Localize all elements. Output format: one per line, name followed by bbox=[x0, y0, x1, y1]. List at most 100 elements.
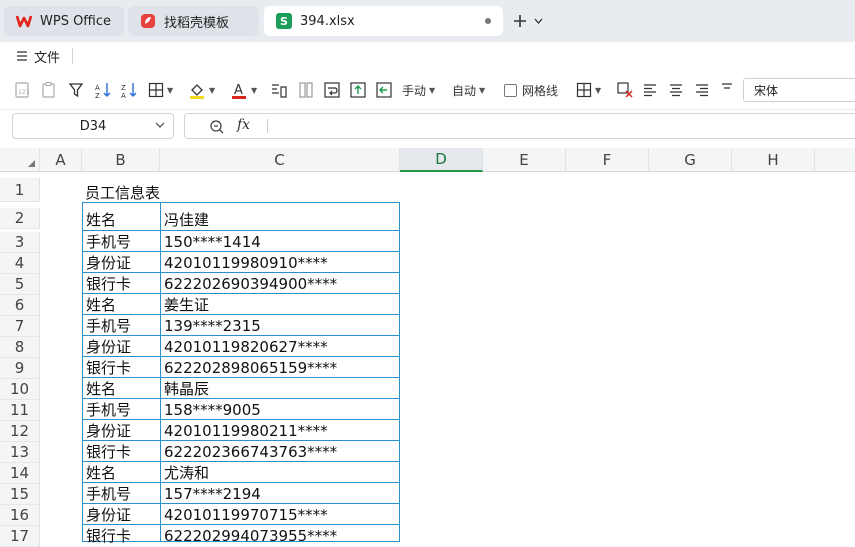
label-cell[interactable]: 银行卡 bbox=[83, 273, 159, 294]
select-all-corner[interactable] bbox=[0, 148, 40, 172]
value-cell[interactable]: 139****2315 bbox=[161, 315, 399, 336]
number-format-button[interactable]: 123 bbox=[14, 80, 32, 100]
column-header-d[interactable]: D bbox=[400, 148, 483, 172]
gridlines-toggle[interactable]: 网格线 bbox=[504, 80, 558, 100]
value-cell[interactable]: 42010119980211**** bbox=[161, 420, 399, 441]
borders-button[interactable]: ▼ bbox=[148, 80, 173, 100]
label-cell[interactable]: 姓名 bbox=[83, 378, 159, 399]
align-right-button[interactable] bbox=[694, 80, 710, 100]
align-left-button[interactable] bbox=[642, 80, 658, 100]
label-cell[interactable]: 身份证 bbox=[83, 504, 159, 525]
column-header-c[interactable]: C bbox=[160, 148, 400, 172]
label-cell[interactable]: 身份证 bbox=[83, 252, 159, 273]
label-cell[interactable]: 银行卡 bbox=[83, 357, 159, 378]
row-header[interactable]: 17 bbox=[0, 526, 40, 547]
insert-function-icon[interactable]: fx bbox=[237, 117, 250, 133]
svg-text:Z: Z bbox=[121, 84, 126, 92]
row-header[interactable]: 7 bbox=[0, 316, 40, 337]
column-header-g[interactable]: G bbox=[649, 148, 732, 172]
docer-logo-icon bbox=[140, 13, 156, 29]
column-header-a[interactable]: A bbox=[40, 148, 82, 172]
tab-394-xlsx[interactable]: S 394.xlsx bbox=[264, 6, 503, 36]
row-header[interactable]: 15 bbox=[0, 484, 40, 505]
label-cell[interactable]: 银行卡 bbox=[83, 525, 159, 546]
file-menu[interactable]: 文件 bbox=[16, 47, 60, 66]
value-cell[interactable]: 622202898065159**** bbox=[161, 357, 399, 378]
tab-wps-office[interactable]: WPS Office bbox=[4, 6, 124, 36]
paste-format-button[interactable] bbox=[40, 80, 58, 100]
sheet-title-cell[interactable]: 员工信息表 bbox=[82, 182, 282, 203]
row-header[interactable]: 16 bbox=[0, 505, 40, 526]
row-header[interactable]: 10 bbox=[0, 379, 40, 400]
sort-descending-button[interactable]: ZA bbox=[120, 80, 138, 100]
label-cell[interactable]: 手机号 bbox=[83, 483, 159, 504]
row-header[interactable]: 6 bbox=[0, 295, 40, 316]
name-box[interactable]: D34 bbox=[12, 113, 174, 139]
label-cell[interactable]: 手机号 bbox=[83, 399, 159, 420]
row-header[interactable]: 13 bbox=[0, 442, 40, 463]
format-cells-button[interactable] bbox=[270, 80, 288, 100]
value-cell[interactable]: 42010119820627**** bbox=[161, 336, 399, 357]
wrap-text-button[interactable] bbox=[323, 80, 341, 100]
value-cell[interactable]: 622202366743763**** bbox=[161, 441, 399, 462]
value-cell[interactable]: 42010119970715**** bbox=[161, 504, 399, 525]
fill-color-button[interactable]: ▼ bbox=[188, 80, 215, 100]
zoom-icon[interactable] bbox=[209, 119, 225, 135]
label-cell[interactable]: 身份证 bbox=[83, 420, 159, 441]
row-header[interactable]: 12 bbox=[0, 421, 40, 442]
align-top-button[interactable] bbox=[719, 80, 735, 100]
row-header[interactable]: 5 bbox=[0, 274, 40, 295]
row-header[interactable]: 2 bbox=[0, 208, 40, 229]
gridlines-label: 网格线 bbox=[522, 83, 559, 98]
clear-format-icon bbox=[617, 82, 633, 98]
row-header[interactable]: 9 bbox=[0, 358, 40, 379]
clear-format-button[interactable] bbox=[616, 80, 634, 100]
row-header[interactable]: 8 bbox=[0, 337, 40, 358]
new-tab-button[interactable] bbox=[512, 9, 550, 33]
row-height-dropdown[interactable]: 手动 ▼ bbox=[402, 80, 435, 100]
label-cell[interactable]: 手机号 bbox=[83, 231, 159, 252]
label-cell[interactable]: 姓名 bbox=[83, 462, 159, 483]
unsaved-dot-icon[interactable] bbox=[485, 18, 491, 24]
value-cell[interactable]: 622202690394900**** bbox=[161, 273, 399, 294]
value-cell[interactable]: 韩晶辰 bbox=[161, 378, 399, 399]
column-header-next[interactable] bbox=[815, 148, 855, 172]
font-color-button[interactable]: A ▼ bbox=[230, 80, 257, 100]
wrap-text-icon bbox=[324, 82, 340, 98]
value-cell[interactable]: 冯佳建 bbox=[161, 209, 399, 230]
value-cell[interactable]: 42010119980910**** bbox=[161, 252, 399, 273]
value-cell[interactable]: 姜生证 bbox=[161, 294, 399, 315]
align-center-button[interactable] bbox=[668, 80, 684, 100]
row-header[interactable]: 11 bbox=[0, 400, 40, 421]
row-header[interactable]: 4 bbox=[0, 253, 40, 274]
column-header-b[interactable]: B bbox=[82, 148, 160, 172]
align-left-icon bbox=[644, 84, 656, 97]
value-cell[interactable]: 尤涛和 bbox=[161, 462, 399, 483]
label-cell[interactable]: 姓名 bbox=[83, 294, 159, 315]
label-cell[interactable]: 姓名 bbox=[83, 209, 159, 230]
row-header[interactable]: 3 bbox=[0, 232, 40, 253]
column-header-e[interactable]: E bbox=[483, 148, 566, 172]
col-width-dropdown[interactable]: 自动 ▼ bbox=[452, 80, 485, 100]
value-cell[interactable]: 622202994073955**** bbox=[161, 525, 399, 546]
merge-button[interactable] bbox=[349, 80, 367, 100]
gridlines-checkbox[interactable] bbox=[504, 83, 517, 97]
font-name-select[interactable]: 宋体 bbox=[743, 78, 855, 102]
row-col-button[interactable] bbox=[297, 80, 315, 100]
tab-templates[interactable]: 找稻壳模板 bbox=[128, 6, 259, 36]
filter-button[interactable] bbox=[68, 80, 84, 100]
value-cell[interactable]: 150****1414 bbox=[161, 231, 399, 252]
label-cell[interactable]: 身份证 bbox=[83, 336, 159, 357]
value-cell[interactable]: 157****2194 bbox=[161, 483, 399, 504]
row-header[interactable]: 14 bbox=[0, 463, 40, 484]
column-header-f[interactable]: F bbox=[566, 148, 649, 172]
sort-ascending-button[interactable]: AZ bbox=[94, 80, 112, 100]
freeze-button[interactable] bbox=[375, 80, 393, 100]
table-style-button[interactable]: ▼ bbox=[576, 80, 601, 100]
value-cell[interactable]: 158****9005 bbox=[161, 399, 399, 420]
formula-input[interactable]: fx bbox=[184, 113, 855, 139]
label-cell[interactable]: 手机号 bbox=[83, 315, 159, 336]
label-cell[interactable]: 银行卡 bbox=[83, 441, 159, 462]
column-header-h[interactable]: H bbox=[732, 148, 815, 172]
row-header[interactable]: 1 bbox=[0, 178, 40, 202]
